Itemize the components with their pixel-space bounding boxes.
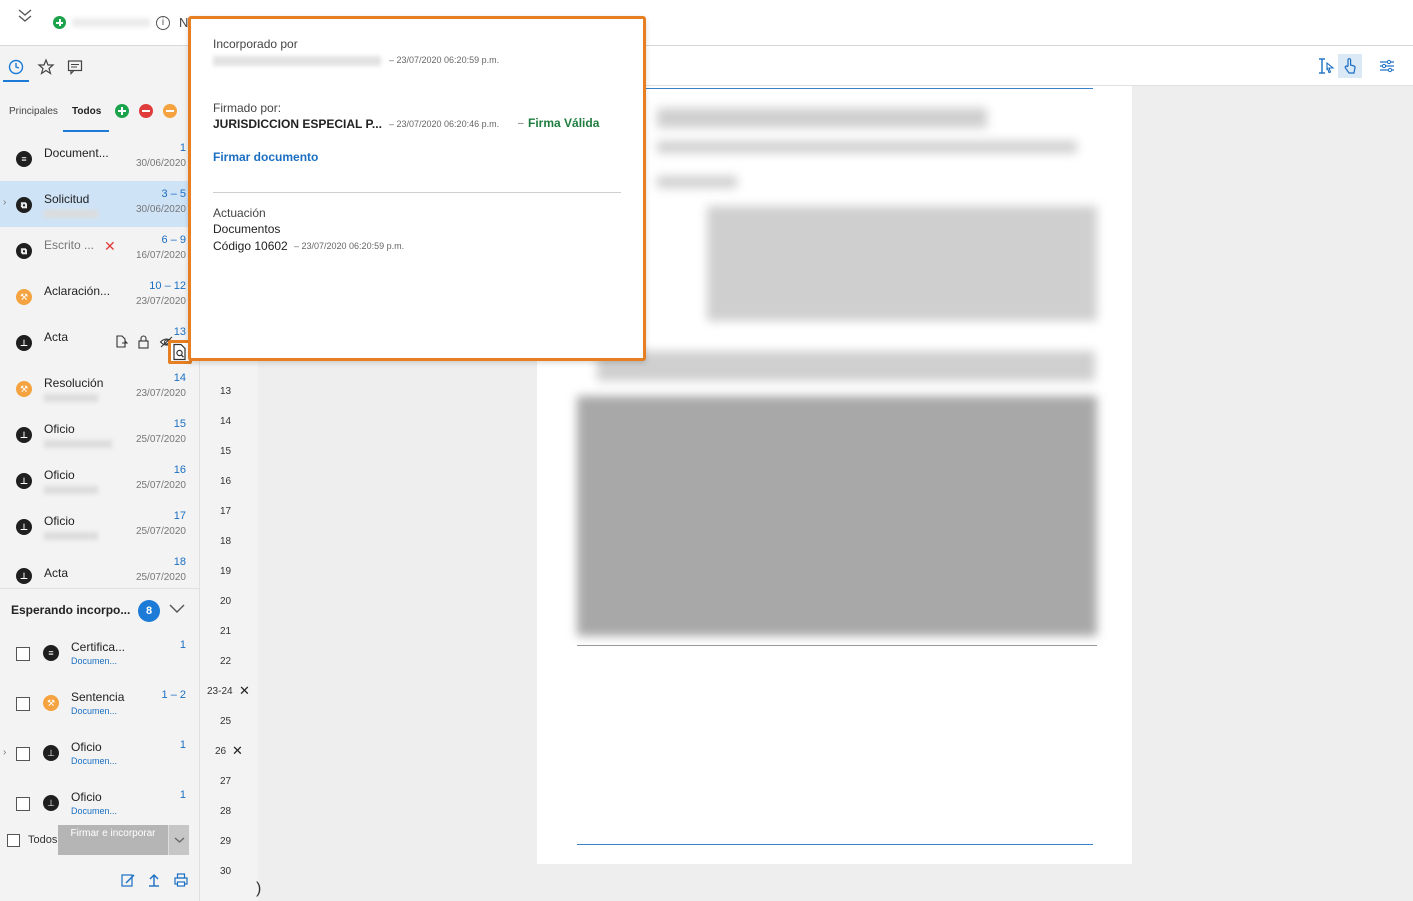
list-item[interactable]: ⊥ Oficio 16 25/07/2020 [0, 457, 200, 503]
stamp-icon: ⊥ [16, 519, 32, 535]
text-select-tool[interactable] [1314, 54, 1338, 78]
expand-all-icon[interactable] [115, 104, 129, 118]
sign-options-dropdown[interactable] [168, 825, 189, 855]
item-checkbox[interactable] [16, 797, 30, 811]
clock-icon [8, 59, 24, 75]
blurred-author [44, 394, 98, 402]
chevron-down-icon[interactable] [168, 603, 186, 615]
chevron-right-icon[interactable]: › [3, 747, 6, 758]
stamp-icon: ⊥ [16, 427, 32, 443]
stamp-icon: ⊥ [43, 795, 59, 811]
gavel-icon: ⚒ [43, 695, 59, 711]
star-icon [37, 58, 55, 75]
waiting-count-badge: 8 [138, 600, 160, 622]
gavel-icon: ⚒ [16, 381, 32, 397]
list-item[interactable]: ⊥ Oficio Documen... 1 [0, 779, 200, 829]
signature-status: Firma Válida [528, 116, 600, 130]
comment-icon [67, 60, 83, 75]
blurred-content [577, 396, 1097, 636]
list-item[interactable]: ⊥ Oficio 15 25/07/2020 [0, 411, 200, 457]
blurred-content [597, 351, 1095, 381]
sign-and-incorporate-button[interactable]: Firmar e incorporar [58, 825, 168, 855]
item-checkbox[interactable] [16, 647, 30, 661]
waiting-section-header[interactable]: Esperando incorpo... 8 [0, 588, 200, 628]
item-checkbox[interactable] [16, 697, 30, 711]
multi-document-icon: ⧉ [16, 197, 32, 213]
top-title-fragment: N [179, 15, 189, 30]
document-icon: ≡ [16, 151, 32, 167]
select-all-checkbox[interactable] [7, 834, 20, 847]
blurred-author [44, 440, 112, 448]
stamp-icon: ⊥ [16, 568, 32, 584]
divider [213, 192, 621, 193]
edit-icon[interactable] [120, 872, 136, 888]
active-tab-indicator [63, 130, 109, 132]
pan-tool[interactable] [1338, 54, 1362, 78]
blurred-author [44, 532, 98, 540]
list-item[interactable]: ≡ Certifica... Documen... 1 [0, 629, 200, 679]
page-footer-line [577, 844, 1093, 845]
sliders-icon [1380, 59, 1394, 73]
tab-history[interactable] [3, 54, 29, 82]
remove-page-icon[interactable]: ✕ [239, 683, 250, 699]
viewer-settings-button[interactable] [1375, 54, 1399, 78]
gavel-filter-icon[interactable] [163, 104, 177, 118]
tab-todos[interactable]: Todos [72, 106, 101, 117]
blurred-author [44, 210, 98, 218]
sign-document-link[interactable]: Firmar documento [213, 150, 318, 164]
list-item[interactable]: ⊥ Oficio 17 25/07/2020 [0, 503, 200, 549]
tab-favorites[interactable] [33, 54, 59, 82]
info-icon[interactable]: i [156, 16, 170, 30]
collapse-all-icon[interactable] [139, 104, 153, 118]
blurred-case-number [72, 18, 150, 27]
viewer-scroll-fragment: ) [256, 880, 262, 897]
footer-actions [120, 872, 196, 891]
item-checkbox[interactable] [16, 747, 30, 761]
share-icon[interactable] [114, 333, 132, 351]
list-item[interactable]: ⚒ Resolución 14 23/07/2020 [0, 365, 200, 411]
chevron-down-icon [174, 837, 185, 843]
lock-icon[interactable] [136, 333, 154, 351]
stamp-icon: ⊥ [43, 745, 59, 761]
blurred-content [657, 176, 737, 188]
remove-page-icon[interactable]: ✕ [232, 743, 243, 759]
text-cursor-icon [1319, 58, 1335, 74]
document-icon: ≡ [43, 645, 59, 661]
hand-icon [1344, 58, 1356, 74]
chevron-right-icon[interactable]: › [3, 197, 6, 208]
bulk-actions: Todos Firmar e incorporar [0, 824, 200, 858]
list-item[interactable]: › ⊥ Oficio Documen... 1 [0, 729, 200, 779]
blurred-incorporator-name [213, 56, 381, 66]
blurred-content [707, 206, 1097, 321]
print-icon[interactable] [173, 872, 189, 888]
list-item[interactable]: ⚒ Sentencia Documen... 1 – 2 [0, 679, 200, 729]
search-document-icon [173, 343, 186, 361]
multi-document-icon: ⧉ [16, 243, 32, 259]
stamp-icon: ⊥ [16, 335, 32, 351]
stamp-icon: ⊥ [16, 473, 32, 489]
blurred-author [44, 486, 98, 494]
tab-principales[interactable]: Principales [9, 106, 58, 117]
document-details-popup: Incorporado por – 23/07/2020 06:20:59 p.… [188, 16, 646, 361]
list-item[interactable]: ⧉ Escrito ... ✕ 6 – 9 16/07/2020 [0, 227, 200, 273]
list-item[interactable]: ⚒ Aclaración... 10 – 12 23/07/2020 [0, 273, 200, 319]
blurred-content [657, 108, 987, 128]
sidebar-view-tabs [0, 46, 200, 88]
document-sidebar: Principales Todos ≡ Document... 1 30/06/… [0, 46, 200, 901]
signer-name: JURISDICCION ESPECIAL P... [213, 117, 382, 131]
remove-icon[interactable]: ✕ [104, 238, 116, 255]
gavel-icon: ⚒ [16, 289, 32, 305]
double-chevron-down-icon[interactable] [14, 6, 36, 26]
upload-icon[interactable] [146, 872, 162, 888]
add-icon[interactable] [53, 16, 66, 29]
tab-comments[interactable] [62, 54, 88, 82]
viewer-toolbar [644, 46, 1413, 86]
list-item[interactable]: ≡ Document... 1 30/06/2020 [0, 135, 200, 181]
page-header-line [645, 88, 1093, 89]
blurred-content [657, 141, 1077, 153]
page-divider-line [577, 645, 1097, 646]
list-item-selected[interactable]: › ⧉ Solicitud 3 – 5 30/06/2020 [0, 181, 200, 227]
